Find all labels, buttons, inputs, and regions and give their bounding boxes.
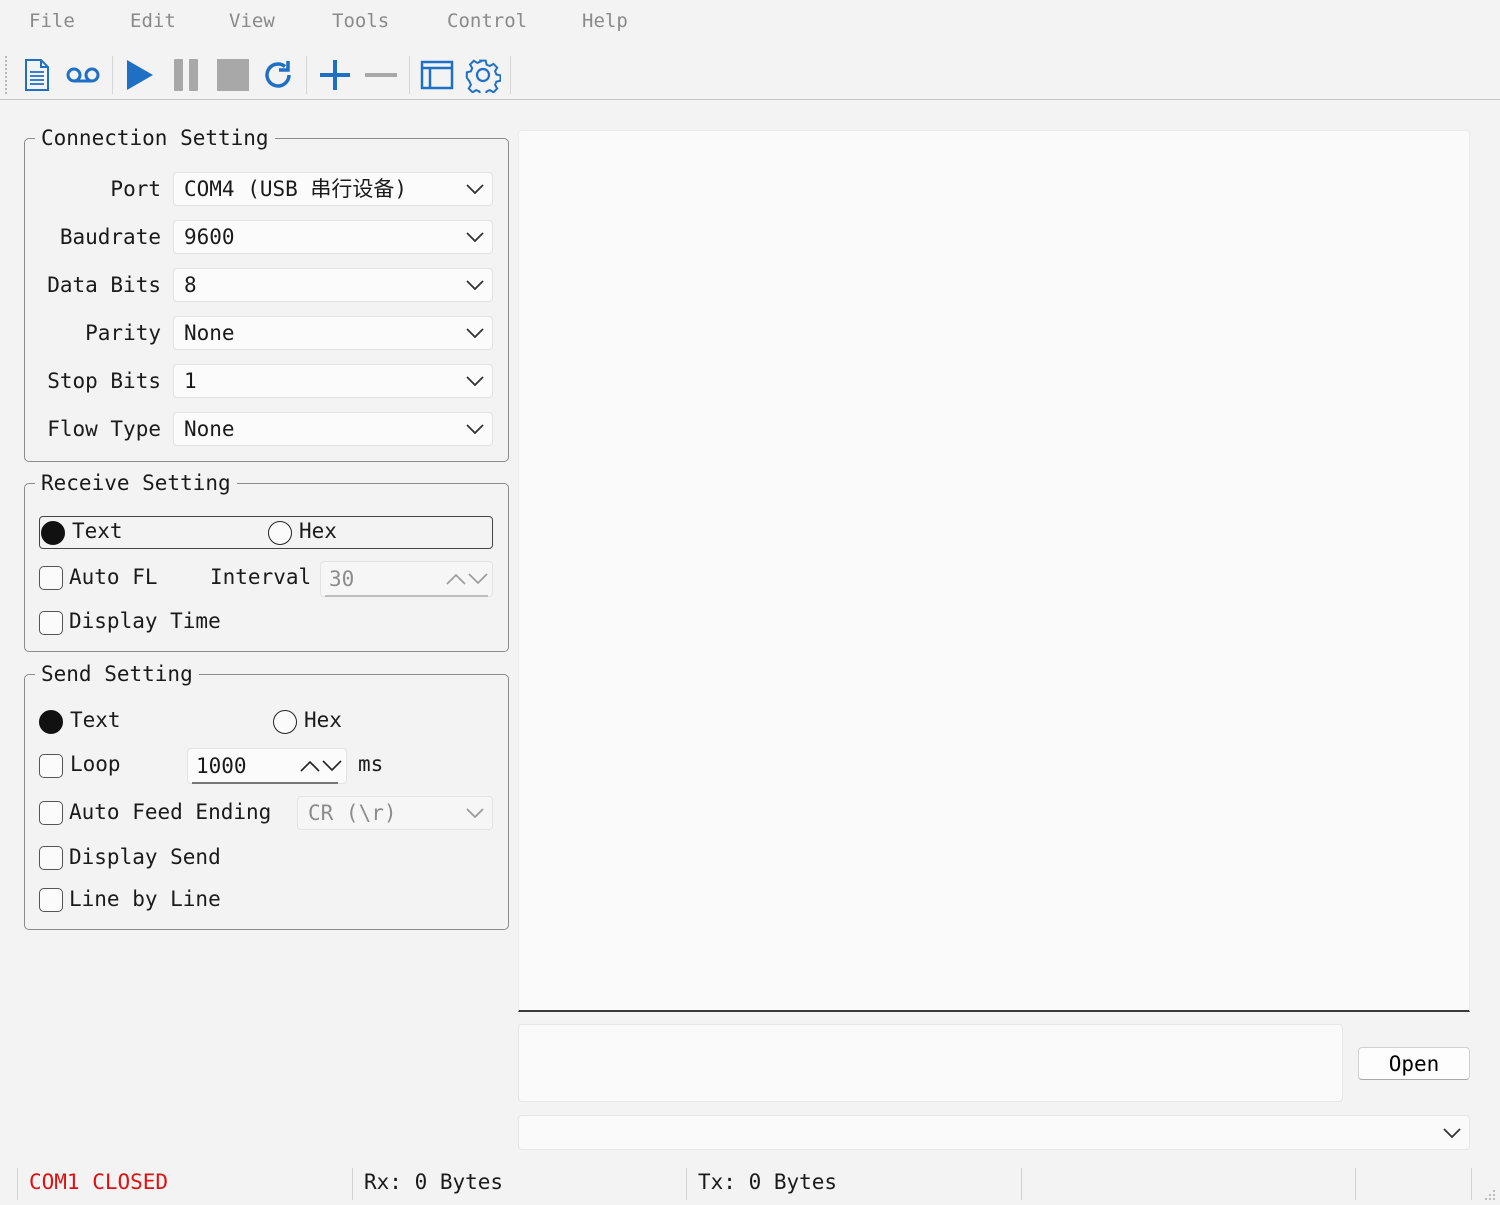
port-select[interactable]: COM4 (USB 串行设备) bbox=[173, 172, 493, 206]
voicemail-icon[interactable] bbox=[64, 56, 102, 94]
chevron-down-icon bbox=[464, 221, 486, 253]
loop-checkbox[interactable] bbox=[39, 754, 63, 778]
receive-text-label: Text bbox=[72, 519, 123, 543]
receive-text-radio[interactable] bbox=[41, 521, 65, 545]
menu-control[interactable]: Control bbox=[447, 10, 527, 32]
auto-feed-ending-select[interactable]: CR (\r) bbox=[297, 796, 493, 830]
send-hex-radio[interactable] bbox=[273, 710, 297, 734]
chevron-down-icon bbox=[464, 269, 486, 301]
chevron-down-icon bbox=[464, 797, 486, 829]
flow-type-value: None bbox=[184, 417, 235, 441]
menu-bar: File Edit View Tools Control Help bbox=[0, 0, 1500, 48]
receive-setting-title: Receive Setting bbox=[41, 471, 231, 495]
port-value: COM4 (USB 串行设备) bbox=[184, 177, 408, 201]
pause-icon[interactable] bbox=[167, 56, 205, 94]
data-bits-select[interactable]: 8 bbox=[173, 268, 493, 302]
play-icon[interactable] bbox=[120, 56, 158, 94]
display-send-label: Display Send bbox=[69, 845, 221, 869]
toolbar bbox=[0, 50, 1500, 100]
data-bits-label: Data Bits bbox=[47, 273, 161, 297]
send-text-radio[interactable] bbox=[39, 710, 63, 734]
display-time-label: Display Time bbox=[69, 609, 221, 633]
chevron-up-icon[interactable] bbox=[446, 573, 466, 585]
stop-bits-select[interactable]: 1 bbox=[173, 364, 493, 398]
line-by-line-checkbox[interactable] bbox=[39, 888, 63, 912]
open-button[interactable]: Open bbox=[1358, 1047, 1470, 1080]
port-status: COM1 CLOSED bbox=[29, 1170, 169, 1194]
loop-label: Loop bbox=[70, 752, 121, 776]
stop-icon[interactable] bbox=[214, 56, 252, 94]
display-send-checkbox[interactable] bbox=[39, 846, 63, 870]
receive-hex-radio[interactable] bbox=[268, 521, 292, 545]
data-bits-value: 8 bbox=[184, 273, 197, 297]
send-setting-title: Send Setting bbox=[41, 662, 193, 686]
chevron-down-icon bbox=[464, 173, 486, 205]
receive-hex-label: Hex bbox=[299, 519, 337, 543]
remove-icon[interactable] bbox=[362, 56, 400, 94]
receive-output-area[interactable] bbox=[518, 130, 1470, 1012]
parity-select[interactable]: None bbox=[173, 316, 493, 350]
menu-file[interactable]: File bbox=[29, 10, 75, 32]
stop-bits-label: Stop Bits bbox=[47, 369, 161, 393]
chevron-down-icon bbox=[1443, 1116, 1461, 1149]
auto-fl-label: Auto FL bbox=[69, 565, 158, 589]
loop-unit-label: ms bbox=[358, 752, 384, 776]
flow-type-label: Flow Type bbox=[47, 417, 161, 441]
refresh-icon[interactable] bbox=[259, 56, 297, 94]
display-time-checkbox[interactable] bbox=[39, 611, 63, 635]
loop-interval-spinbox[interactable]: 1000 bbox=[187, 748, 347, 784]
interval-label: Interval bbox=[210, 565, 312, 589]
parity-label: Parity bbox=[85, 321, 161, 345]
spin-arrows[interactable] bbox=[446, 562, 488, 596]
chevron-down-icon[interactable] bbox=[468, 573, 488, 585]
auto-fl-checkbox[interactable] bbox=[39, 566, 63, 590]
add-icon[interactable] bbox=[316, 56, 354, 94]
auto-feed-ending-checkbox[interactable] bbox=[39, 801, 63, 825]
menu-tools[interactable]: Tools bbox=[332, 10, 389, 32]
auto-feed-ending-value: CR (\r) bbox=[308, 801, 397, 825]
parity-value: None bbox=[184, 321, 235, 345]
menu-edit[interactable]: Edit bbox=[130, 10, 176, 32]
settings-icon[interactable] bbox=[464, 56, 502, 94]
new-document-icon[interactable] bbox=[18, 56, 56, 94]
spin-arrows[interactable] bbox=[300, 749, 342, 783]
chevron-down-icon bbox=[464, 413, 486, 445]
chevron-down-icon bbox=[464, 365, 486, 397]
send-history-select[interactable] bbox=[518, 1115, 1470, 1150]
line-by-line-label: Line by Line bbox=[69, 887, 221, 911]
window-icon[interactable] bbox=[418, 56, 456, 94]
loop-interval-value: 1000 bbox=[196, 754, 247, 778]
chevron-up-icon[interactable] bbox=[300, 760, 320, 772]
baudrate-value: 9600 bbox=[184, 225, 235, 249]
chevron-down-icon[interactable] bbox=[322, 760, 342, 772]
send-hex-label: Hex bbox=[304, 708, 342, 732]
baudrate-select[interactable]: 9600 bbox=[173, 220, 493, 254]
baudrate-label: Baudrate bbox=[59, 225, 161, 249]
interval-spinbox[interactable]: 30 bbox=[320, 561, 493, 597]
menu-view[interactable]: View bbox=[229, 10, 275, 32]
port-label: Port bbox=[110, 177, 161, 201]
auto-feed-ending-label: Auto Feed Ending bbox=[69, 800, 272, 824]
flow-type-select[interactable]: None bbox=[173, 412, 493, 446]
send-text-label: Text bbox=[70, 708, 121, 732]
status-bar: COM1 CLOSED Rx: 0 Bytes Tx: 0 Bytes bbox=[0, 1166, 1500, 1200]
toolbar-grip[interactable] bbox=[5, 56, 7, 94]
send-input-area[interactable] bbox=[518, 1024, 1343, 1102]
tx-counter: Tx: 0 Bytes bbox=[698, 1170, 838, 1194]
resize-grip-icon[interactable] bbox=[1484, 1186, 1496, 1205]
stop-bits-value: 1 bbox=[184, 369, 197, 393]
menu-help[interactable]: Help bbox=[582, 10, 628, 32]
chevron-down-icon bbox=[464, 317, 486, 349]
connection-setting-title: Connection Setting bbox=[41, 126, 269, 150]
rx-counter: Rx: 0 Bytes bbox=[364, 1170, 504, 1194]
interval-value: 30 bbox=[329, 567, 355, 591]
